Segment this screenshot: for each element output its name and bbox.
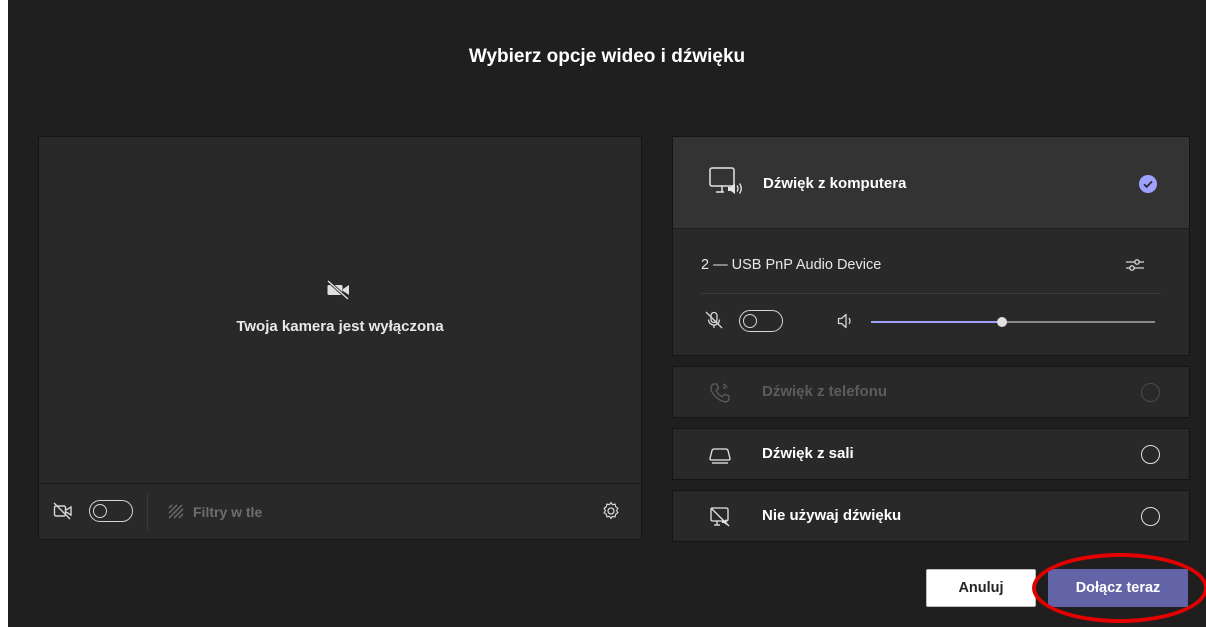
no-audio-icon [710,507,730,527]
checkmark-icon [1139,175,1157,193]
room-audio-label: Dźwięk z sali [762,445,854,462]
volume-slider-thumb[interactable] [996,317,1007,327]
phone-audio-radio [1141,383,1160,402]
phone-audio-icon [710,383,730,403]
mic-toggle[interactable] [739,310,783,332]
computer-audio-header[interactable]: Dźwięk z komputera [673,137,1189,229]
room-audio-icon [709,448,731,464]
volume-slider-fill [871,321,1002,323]
join-dialog: Wybierz opcje wideo i dźwięku Twoja kame… [8,0,1206,627]
no-audio-radio[interactable] [1141,507,1160,526]
phone-audio-option: Dźwięk z telefonu [672,366,1190,418]
no-audio-option[interactable]: Nie używaj dźwięku [672,490,1190,542]
background-filters-icon [168,504,184,519]
video-panel: Twoja kamera jest wyłączona Filtry w tle [38,136,642,540]
background-filters-label: Filtry w tle [193,504,263,520]
camera-off-message: Twoja kamera jest wyłączona [236,318,444,335]
speaker-icon [837,313,851,329]
computer-audio-option[interactable]: Dźwięk z komputera 2 — USB PnP Audio Dev… [672,136,1190,356]
video-preview: Twoja kamera jest wyłączona [39,137,641,483]
join-now-button[interactable]: Dołącz teraz [1048,569,1188,607]
volume-slider[interactable] [871,317,1155,327]
camera-off-icon [53,502,72,520]
video-controls-bar: Filtry w tle [39,483,641,539]
device-settings-icon[interactable] [1125,255,1145,275]
no-audio-label: Nie używaj dźwięku [762,507,902,524]
camera-toggle[interactable] [89,500,133,522]
computer-audio-icon [709,167,742,194]
divider [701,293,1161,294]
computer-audio-label: Dźwięk z komputera [763,175,907,192]
camera-off-icon [327,280,350,300]
room-audio-option[interactable]: Dźwięk z sali [672,428,1190,480]
dialog-title: Wybierz opcje wideo i dźwięku [468,46,746,67]
room-audio-radio[interactable] [1141,445,1160,464]
background-filters-button[interactable]: Filtry w tle [167,502,262,522]
cancel-button[interactable]: Anuluj [926,569,1036,607]
audio-device-name[interactable]: 2 — USB PnP Audio Device [701,257,881,273]
mic-off-icon [705,311,723,329]
divider [147,494,148,530]
phone-audio-label: Dźwięk z telefonu [762,383,888,400]
gear-icon[interactable] [601,501,621,521]
